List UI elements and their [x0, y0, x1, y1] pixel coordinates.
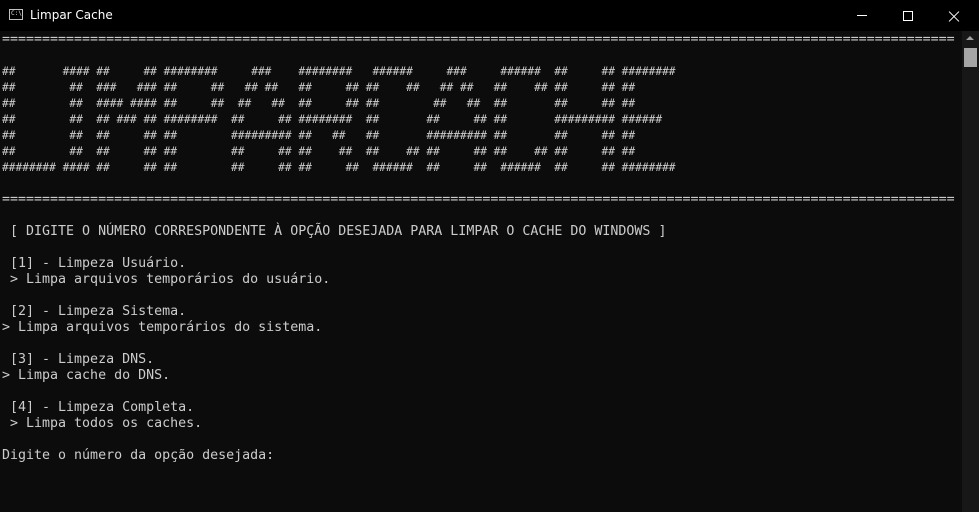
minimize-icon	[857, 15, 867, 16]
option-title: [4] - Limpeza Completa.	[2, 400, 195, 415]
banner-line: ## ## ## ## ## ## ## ## ## ## ## ## ## #…	[2, 145, 636, 158]
console-output[interactable]: ========================================…	[0, 31, 962, 512]
option-title: [2] - Limpeza Sistema.	[2, 304, 187, 319]
banner-line: ######## #### ## ## ## ## ## ## ## #####…	[2, 161, 676, 174]
option-title: [3] - Limpeza DNS.	[2, 352, 155, 367]
window-title: Limpar Cache	[30, 8, 113, 22]
separator-bottom: ========================================…	[2, 192, 955, 207]
banner-line: ## #### ## ## ######## ### ######## ####…	[2, 65, 676, 78]
option-description: > Limpa todos os caches.	[2, 416, 203, 431]
minimize-button[interactable]	[839, 0, 885, 31]
input-prompt[interactable]: Digite o número da opção desejada:	[2, 448, 274, 464]
close-icon	[948, 10, 960, 22]
banner-line: ## ## ### ### ## ## ## ## ## ## ## ## ##…	[2, 81, 636, 94]
maximize-button[interactable]	[885, 0, 931, 31]
instruction-text: [ DIGITE O NÚMERO CORRESPONDENTE À OPÇÃO…	[2, 224, 667, 239]
scroll-up-icon[interactable]	[966, 36, 974, 40]
maximize-icon	[903, 10, 913, 21]
title-bar[interactable]: Limpar Cache	[0, 0, 979, 31]
option-description: > Limpa arquivos temporários do sistema.	[2, 320, 323, 335]
close-button[interactable]	[931, 0, 977, 31]
console-window: Limpar Cache ===========================…	[0, 0, 979, 512]
banner-line: ## ## #### #### ## ## ## ## ## ## ## ## …	[2, 97, 636, 110]
separator-top: ========================================…	[2, 32, 955, 47]
console-icon[interactable]	[9, 9, 23, 20]
banner-line: ## ## ## ### ## ######## ## ## ######## …	[2, 113, 663, 126]
option-title: [1] - Limpeza Usuário.	[2, 256, 187, 271]
option-description: > Limpa cache do DNS.	[2, 368, 171, 383]
banner-line: ## ## ## ## ## ######### ## ## ## ######…	[2, 129, 636, 142]
option-description: > Limpa arquivos temporários do usuário.	[2, 272, 331, 287]
scroll-thumb[interactable]	[964, 48, 977, 67]
vertical-scrollbar[interactable]	[962, 31, 979, 512]
